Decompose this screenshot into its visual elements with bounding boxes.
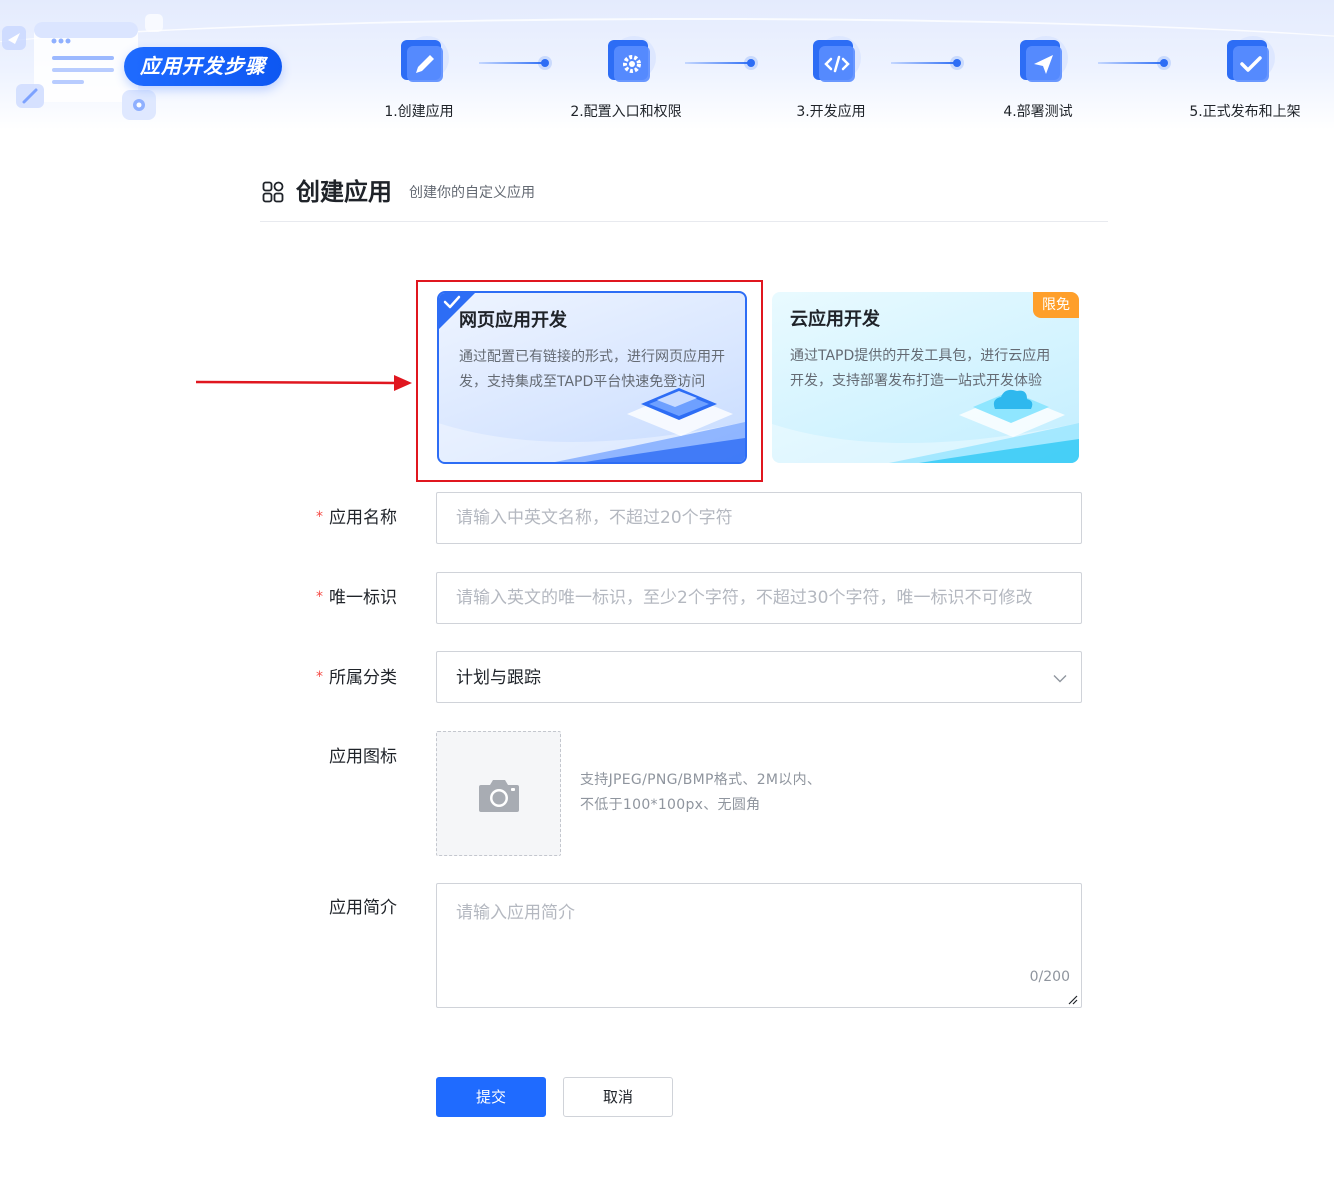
step-connector <box>891 59 961 67</box>
step-connector <box>685 59 755 67</box>
camera-icon <box>479 780 519 812</box>
step-publish[interactable]: 5.正式发布和上架 <box>1180 32 1310 122</box>
character-counter: 0/200 <box>1029 969 1070 985</box>
steps-title-badge: 应用开发步骤 <box>124 47 282 86</box>
pencil-icon <box>401 36 449 82</box>
step-configure-entry[interactable]: 2.配置入口和权限 <box>561 32 691 122</box>
create-app-page: 应用开发步骤 1.创建应用 2.配置入口和权限 3.开发应用 4.部署测试 5.… <box>0 0 1334 1197</box>
annotation-highlight-box <box>416 280 763 482</box>
step-create-app[interactable]: 1.创建应用 <box>354 32 484 122</box>
card-title: 云应用开发 <box>790 309 880 330</box>
step-label: 5.正式发布和上架 <box>1189 104 1301 120</box>
step-label: 3.开发应用 <box>796 104 866 120</box>
annotation-arrow <box>196 375 412 391</box>
app-name-label: * 应用名称 <box>316 508 397 528</box>
checkmark-icon <box>1227 36 1275 82</box>
icon-upload-box[interactable] <box>436 731 561 856</box>
page-subtitle: 创建你的自定义应用 <box>409 185 535 201</box>
step-connector <box>1098 59 1168 67</box>
page-title: 创建应用 <box>296 178 392 206</box>
chevron-down-icon <box>1053 675 1067 683</box>
required-mark: * <box>316 589 323 605</box>
step-label: 1.创建应用 <box>384 104 454 120</box>
free-badge: 限免 <box>1033 292 1079 318</box>
category-selected-value: 计划与跟踪 <box>456 668 541 688</box>
category-select[interactable]: 计划与跟踪 <box>436 651 1082 703</box>
app-identifier-input[interactable] <box>436 572 1082 624</box>
required-mark: * <box>316 669 323 685</box>
step-label: 2.配置入口和权限 <box>570 104 682 120</box>
app-identifier-label: * 唯一标识 <box>316 588 397 608</box>
gear-icon <box>608 36 656 82</box>
app-intro-textarea[interactable] <box>436 883 1082 1008</box>
paper-plane-icon <box>1020 36 1068 82</box>
step-deploy-test[interactable]: 4.部署测试 <box>973 32 1103 122</box>
resize-handle-icon[interactable] <box>1068 995 1078 1005</box>
step-label: 4.部署测试 <box>1003 104 1073 120</box>
submit-button[interactable]: 提交 <box>436 1077 546 1117</box>
step-connector <box>479 59 549 67</box>
step-develop-app[interactable]: 3.开发应用 <box>766 32 896 122</box>
required-mark: * <box>316 509 323 525</box>
icon-upload-hint: 支持JPEG/PNG/BMP格式、2M以内、 不低于100*100px、无圆角 <box>580 772 822 813</box>
category-label: * 所属分类 <box>316 668 397 688</box>
section-header: 创建应用 创建你的自定义应用 <box>260 176 1108 222</box>
app-name-input[interactable] <box>436 492 1082 544</box>
steps-header: 应用开发步骤 1.创建应用 2.配置入口和权限 3.开发应用 4.部署测试 5.… <box>0 0 1334 130</box>
code-icon <box>813 36 861 82</box>
cloud-icon <box>772 389 1079 463</box>
app-grid-icon <box>262 181 284 203</box>
cancel-button[interactable]: 取消 <box>563 1077 673 1117</box>
cloud-app-type-card[interactable]: 限免 云应用开发 通过TAPD提供的开发工具包，进行云应用开发，支持部署发布打造… <box>772 292 1079 463</box>
app-icon-label: 应用图标 <box>329 747 397 767</box>
app-intro-label: 应用简介 <box>329 898 397 918</box>
